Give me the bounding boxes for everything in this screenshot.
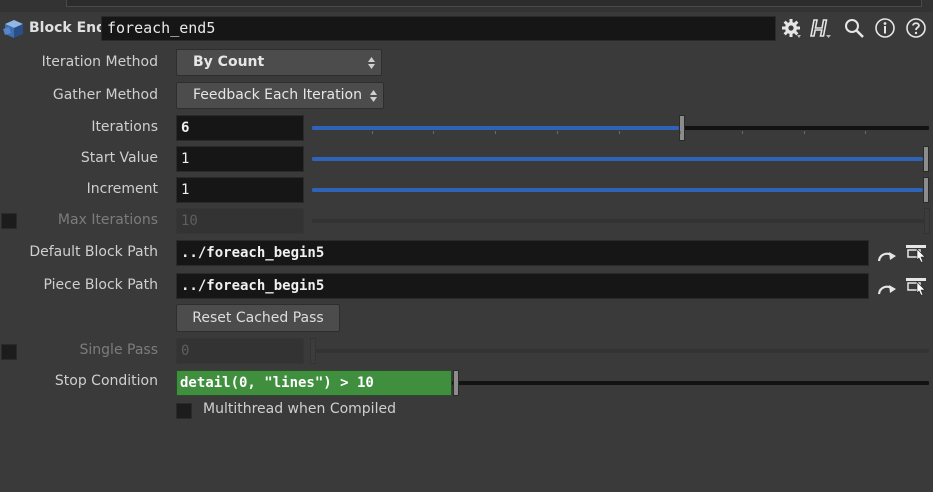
- jump-to-node-icon[interactable]: [876, 278, 898, 300]
- gear-icon[interactable]: [780, 17, 802, 39]
- slider-tick: [680, 131, 681, 134]
- updown-arrow-icon: [370, 90, 377, 102]
- top-tab-strip: [0, 0, 933, 12]
- gather-method-value: Feedback Each Iteration: [193, 87, 362, 103]
- gather-method-menu[interactable]: Feedback Each Iteration: [176, 82, 384, 109]
- multithread-label: Multithread when Compiled: [203, 401, 396, 417]
- default-block-path-label: Default Block Path: [29, 244, 158, 260]
- slider-track: [312, 349, 929, 353]
- slider-handle[interactable]: [923, 146, 929, 172]
- question-icon[interactable]: [905, 17, 927, 39]
- max-iterations-toggle[interactable]: [1, 213, 17, 229]
- slider-track: [452, 381, 929, 385]
- start-value-slider[interactable]: [312, 146, 929, 172]
- iteration-method-value: By Count: [193, 54, 265, 70]
- pane-tab[interactable]: [66, 0, 922, 7]
- slider-tick: [557, 131, 558, 134]
- slider-fill: [312, 126, 679, 130]
- iteration-method-menu[interactable]: By Count: [176, 49, 382, 76]
- slider-handle[interactable]: [923, 177, 929, 203]
- gather-method-label: Gather Method: [52, 87, 158, 103]
- single-pass-label: Single Pass: [79, 342, 158, 358]
- slider-track: [312, 219, 929, 223]
- max-iterations-label: Max Iterations: [57, 212, 158, 228]
- slider-handle[interactable]: [679, 115, 685, 141]
- node-chooser-icon[interactable]: [905, 274, 927, 296]
- multithread-checkbox[interactable]: [176, 403, 192, 419]
- slider-handle[interactable]: [924, 208, 930, 234]
- slider-fill: [312, 188, 923, 192]
- start-value-label: Start Value: [80, 150, 158, 166]
- single-pass-slider[interactable]: [310, 338, 929, 364]
- single-pass-toggle[interactable]: [1, 344, 17, 360]
- node-type-label: Block End: [29, 20, 107, 36]
- iterations-label: Iterations: [91, 119, 158, 135]
- jump-to-node-icon[interactable]: [876, 245, 898, 267]
- iterations-field[interactable]: 6: [176, 115, 304, 141]
- stop-condition-expression-field[interactable]: detail(0, "lines") > 10: [176, 370, 452, 396]
- increment-slider[interactable]: [312, 177, 929, 203]
- info-icon[interactable]: [874, 17, 896, 39]
- single-pass-field[interactable]: 0: [176, 338, 304, 364]
- slider-tick: [495, 131, 496, 134]
- stop-condition-label: Stop Condition: [54, 373, 158, 389]
- piece-block-path-label: Piece Block Path: [43, 277, 158, 293]
- increment-label: Increment: [86, 181, 158, 197]
- increment-field[interactable]: 1: [176, 177, 304, 203]
- stop-condition-slider[interactable]: [452, 370, 929, 396]
- node-name-field[interactable]: foreach_end5: [101, 16, 776, 41]
- magnifier-icon[interactable]: [843, 17, 865, 39]
- max-iterations-slider[interactable]: [312, 208, 930, 234]
- iterations-slider[interactable]: [312, 115, 929, 141]
- slider-tick: [865, 131, 866, 134]
- max-iterations-field[interactable]: 10: [176, 208, 304, 234]
- slider-handle[interactable]: [310, 338, 316, 364]
- slider-tick: [433, 131, 434, 134]
- piece-block-path-field[interactable]: ../foreach_begin5: [176, 273, 869, 299]
- iteration-method-label: Iteration Method: [41, 54, 158, 70]
- slider-tick: [619, 131, 620, 134]
- slider-handle[interactable]: [453, 370, 459, 396]
- start-value-field[interactable]: 1: [176, 146, 304, 172]
- slider-tick: [742, 131, 743, 134]
- updown-arrow-icon: [368, 57, 375, 69]
- houdini-help-icon[interactable]: [810, 17, 832, 39]
- default-block-path-field[interactable]: ../foreach_begin5: [176, 240, 869, 266]
- slider-fill: [312, 157, 923, 161]
- node-chooser-icon[interactable]: [905, 241, 927, 263]
- reset-cached-pass-button[interactable]: Reset Cached Pass: [176, 304, 340, 332]
- slider-tick: [804, 131, 805, 134]
- slider-tick: [372, 131, 373, 134]
- cube-icon: [3, 20, 23, 38]
